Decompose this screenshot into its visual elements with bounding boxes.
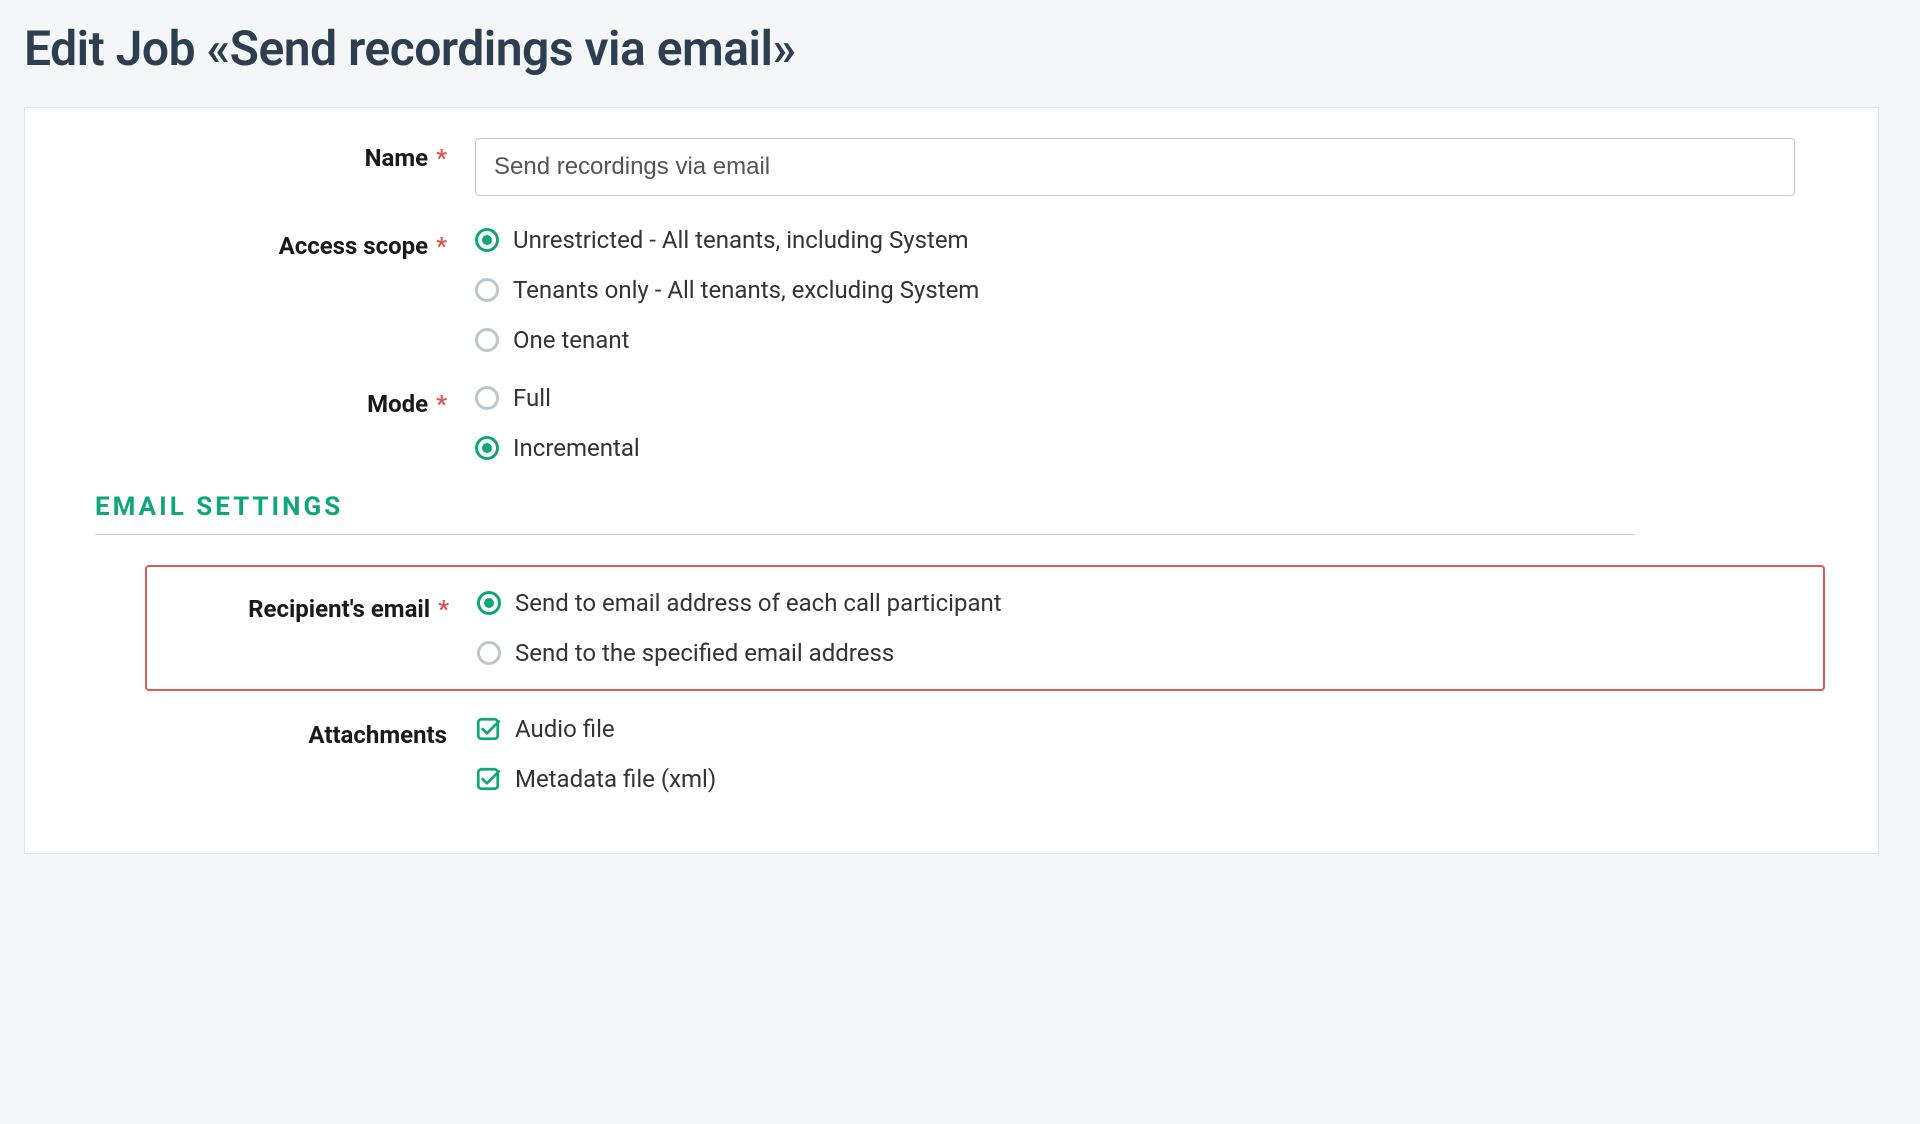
label-recipient-email: Recipient's email * [147, 589, 477, 623]
access-scope-unrestricted[interactable]: Unrestricted - All tenants, including Sy… [475, 226, 1848, 254]
radio-icon [475, 386, 499, 410]
row-access-scope: Access scope * Unrestricted - All tenant… [55, 226, 1848, 354]
email-settings-heading: EMAIL SETTINGS [95, 492, 1848, 522]
checkbox-checked-icon [475, 766, 501, 792]
option-label: Unrestricted - All tenants, including Sy… [513, 226, 969, 254]
attachment-audio-file[interactable]: Audio file [475, 715, 1848, 743]
required-marker: * [436, 390, 447, 418]
row-name: Name * [55, 138, 1848, 196]
attachments-options: Audio file Metadata file (xml) [475, 715, 1848, 793]
recipient-email-highlight: Recipient's email * Send to email addres… [145, 565, 1825, 691]
recipient-email-options: Send to email address of each call parti… [477, 589, 1811, 667]
option-label: Send to the specified email address [515, 639, 894, 667]
radio-icon [477, 591, 501, 615]
checkbox-checked-icon [475, 716, 501, 742]
mode-options: Full Incremental [475, 384, 1848, 462]
option-label: Audio file [515, 715, 615, 743]
recipient-each-participant[interactable]: Send to email address of each call parti… [477, 589, 1811, 617]
page-title: Edit Job «Send recordings via email» [24, 20, 1896, 77]
row-mode: Mode * Full Incremental [55, 384, 1848, 462]
label-name: Name * [55, 138, 475, 172]
required-marker: * [438, 595, 449, 623]
label-attachments: Attachments [55, 715, 475, 749]
required-marker: * [436, 144, 447, 172]
option-label: Incremental [513, 434, 640, 462]
option-label: One tenant [513, 326, 629, 354]
label-access-scope: Access scope * [55, 226, 475, 260]
radio-icon [477, 641, 501, 665]
option-label: Full [513, 384, 551, 412]
access-scope-options: Unrestricted - All tenants, including Sy… [475, 226, 1848, 354]
option-label: Tenants only - All tenants, excluding Sy… [513, 276, 979, 304]
mode-full[interactable]: Full [475, 384, 1848, 412]
name-input[interactable] [475, 138, 1795, 196]
access-scope-tenants-only[interactable]: Tenants only - All tenants, excluding Sy… [475, 276, 1848, 304]
recipient-specified-address[interactable]: Send to the specified email address [477, 639, 1811, 667]
radio-icon [475, 436, 499, 460]
radio-icon [475, 278, 499, 302]
option-label: Send to email address of each call parti… [515, 589, 1002, 617]
row-attachments: Attachments Audio file [55, 715, 1848, 793]
section-divider [95, 534, 1635, 535]
radio-icon [475, 328, 499, 352]
mode-incremental[interactable]: Incremental [475, 434, 1848, 462]
required-marker: * [436, 232, 447, 260]
radio-icon [475, 228, 499, 252]
label-mode: Mode * [55, 384, 475, 418]
access-scope-one-tenant[interactable]: One tenant [475, 326, 1848, 354]
row-recipient-email: Recipient's email * Send to email addres… [147, 589, 1811, 667]
form-panel: Name * Access scope * Unrestricted - All… [24, 107, 1879, 854]
attachment-metadata-file[interactable]: Metadata file (xml) [475, 765, 1848, 793]
option-label: Metadata file (xml) [515, 765, 716, 793]
